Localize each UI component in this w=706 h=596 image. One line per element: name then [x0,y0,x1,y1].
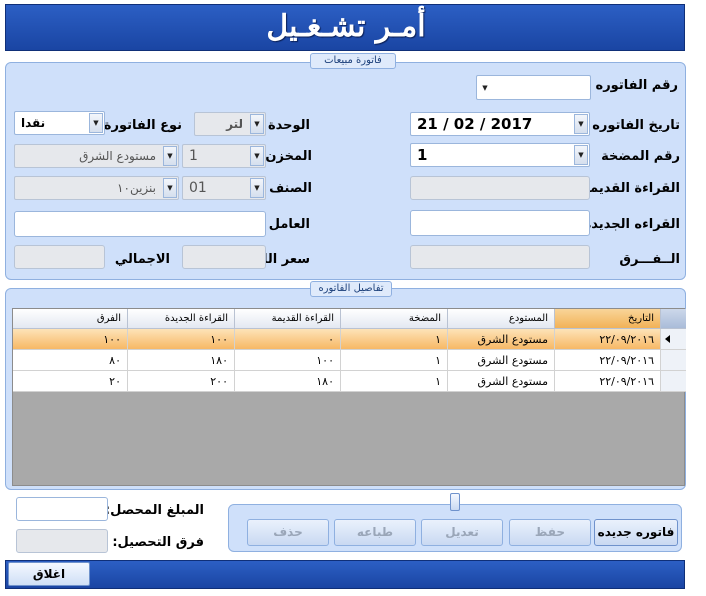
column-header-difference[interactable]: الفرق [13,309,128,329]
cell-pump[interactable]: ١ [341,350,448,371]
close-button[interactable]: اغلاق [8,562,90,586]
slider-handle[interactable] [450,493,460,511]
invoice-group-legend: فاتورة مبيعات [310,53,396,69]
chevron-down-icon[interactable]: ▼ [163,178,177,198]
invoice-type-value: نقدا [21,116,46,130]
cell-date[interactable]: ٢٢/٠٩/٢٠١٦ [555,371,661,392]
store-name-combo[interactable]: مستودع الشرق ▼ [14,144,179,168]
cell-date[interactable]: ٢٢/٠٩/٢٠١٦ [555,350,661,371]
invoice-date-picker[interactable]: 21 / 02 / 2017 ▼ [410,112,590,136]
total-label: الاجمالي [114,252,170,267]
collection-diff-label: فرق التحصيل: [112,535,204,550]
chevron-down-icon[interactable]: ▼ [574,114,588,134]
title-bar: أمـر تشـغـيل [5,4,685,51]
item-code-combo[interactable]: 01 ▼ [182,176,266,200]
invoice-details-grid[interactable]: الفرق القراءة الجديدة القراءة القديمة ال… [12,308,686,486]
grid-corner[interactable] [661,309,686,329]
cell-new-reading[interactable]: ٢٠٠ [128,371,235,392]
cell-difference[interactable]: ٨٠ [13,350,128,371]
old-reading-label: القراءة القديمة [582,181,680,196]
save-button[interactable]: حفظ [509,519,591,546]
cell-new-reading[interactable]: ١٠٠ [128,329,235,350]
cell-pump[interactable]: ١ [341,329,448,350]
invoice-date-label: تاريخ الفاتوره [592,118,680,133]
pump-number-label: رقم المضخة [601,149,680,164]
cell-new-reading[interactable]: ١٨٠ [128,350,235,371]
new-invoice-button[interactable]: فاتوره جديده [594,519,678,546]
store-name-value: مستودع الشرق [79,149,156,163]
cell-old-reading[interactable]: ٠ [235,329,341,350]
chevron-down-icon[interactable]: ▼ [250,146,264,166]
new-reading-label: القراءه الجديدة [583,217,680,232]
item-label: الصنف [269,181,312,196]
invoice-number-combo[interactable]: ▼ [476,75,591,100]
chevron-down-icon[interactable]: ▼ [163,146,177,166]
old-reading-field[interactable] [410,176,590,200]
total-field[interactable] [14,245,105,269]
table-row[interactable]: ٨٠ ١٨٠ ١٠٠ ١ مستودع الشرق ٢٢/٠٩/٢٠١٦ [13,350,686,371]
difference-label: الــفـــرق [619,252,680,267]
row-header[interactable] [661,329,686,350]
invoice-date-value: 21 / 02 / 2017 [417,115,533,133]
liter-price-field[interactable] [182,245,266,269]
collected-amount-field[interactable] [16,497,108,521]
unit-value: لتر [226,117,243,131]
pump-number-value: 1 [417,146,428,164]
cell-difference[interactable]: ١٠٠ [13,329,128,350]
print-button[interactable]: طباعه [334,519,416,546]
store-code-combo[interactable]: 1 ▼ [182,144,266,168]
page-title: أمـر تشـغـيل [266,9,426,44]
invoice-number-label: رقم الفاتوره [595,78,678,93]
row-header[interactable] [661,350,686,371]
cell-difference[interactable]: ٢٠ [13,371,128,392]
row-header[interactable] [661,371,686,392]
invoice-type-label: نوع الفاتورة [103,118,182,133]
collection-diff-field[interactable] [16,529,108,553]
delete-button[interactable]: حذف [247,519,329,546]
difference-field[interactable] [410,245,590,269]
item-name-value: بنزين١٠ [117,181,156,195]
invoice-type-combo[interactable]: نقدا ▼ [14,111,105,135]
column-header-store[interactable]: المستودع [448,309,555,329]
unit-label: الوحدة [267,118,310,133]
table-row[interactable]: ١٠٠ ١٠٠ ٠ ١ مستودع الشرق ٢٢/٠٩/٢٠١٦ [13,329,686,350]
new-reading-field[interactable] [410,210,590,236]
collected-amount-label: المبلغ المحصل: [104,503,204,518]
column-header-new-reading[interactable]: القراءة الجديدة [128,309,235,329]
footer-bar [5,560,685,589]
window-edge [686,0,706,596]
cell-old-reading[interactable]: ١٨٠ [235,371,341,392]
edit-button[interactable]: تعديل [421,519,503,546]
chevron-down-icon[interactable]: ▼ [250,178,264,198]
item-code-value: 01 [189,180,207,196]
chevron-down-icon[interactable]: ▼ [574,145,588,165]
column-header-old-reading[interactable]: القراءة القديمة [235,309,341,329]
store-code-value: 1 [189,148,198,164]
column-header-date[interactable]: التاريخ [555,309,661,329]
unit-combo[interactable]: لتر ▼ [194,112,266,136]
cell-pump[interactable]: ١ [341,371,448,392]
worker-label: العامل [268,217,310,232]
item-name-combo[interactable]: بنزين١٠ ▼ [14,176,179,200]
store-label: المخزن [265,149,312,164]
cell-old-reading[interactable]: ١٠٠ [235,350,341,371]
cell-store[interactable]: مستودع الشرق [448,350,555,371]
pump-number-combo[interactable]: 1 ▼ [410,143,590,167]
chevron-down-icon[interactable]: ▼ [89,113,103,133]
cell-date[interactable]: ٢٢/٠٩/٢٠١٦ [555,329,661,350]
column-header-pump[interactable]: المضخة [341,309,448,329]
cell-store[interactable]: مستودع الشرق [448,329,555,350]
chevron-down-icon[interactable]: ▼ [250,114,264,134]
worker-field[interactable] [14,211,266,237]
row-pointer-icon [665,335,670,343]
cell-store[interactable]: مستودع الشرق [448,371,555,392]
table-row[interactable]: ٢٠ ٢٠٠ ١٨٠ ١ مستودع الشرق ٢٢/٠٩/٢٠١٦ [13,371,686,392]
details-group-legend: تفاصيل الفاتوره [310,281,392,297]
chevron-down-icon[interactable]: ▼ [478,77,492,98]
